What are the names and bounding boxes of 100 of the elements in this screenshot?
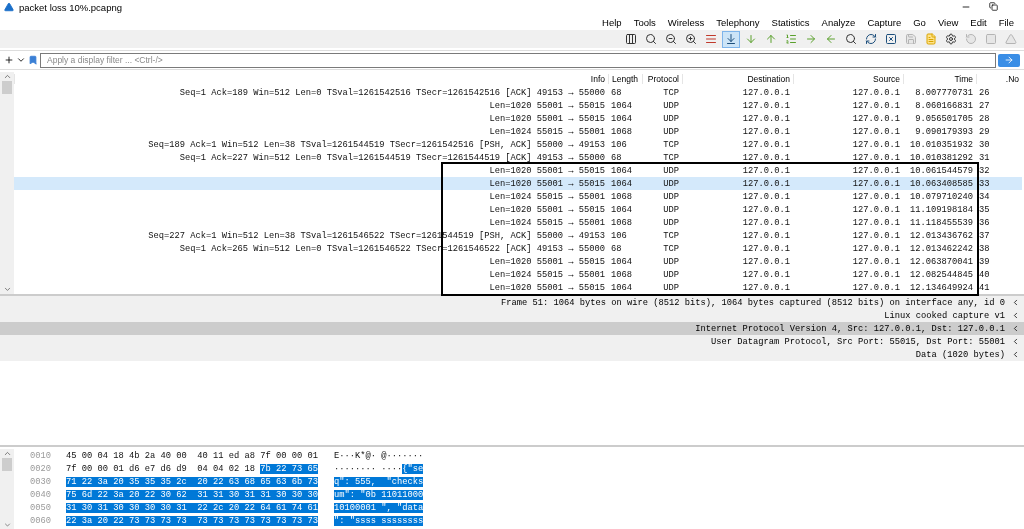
hex-bytes: 31 30 31 30 30 30 30 31 22 2c 20 22 64 61 74 61 bbox=[66, 502, 320, 513]
hex-bytes: 22 3a 20 22 73 73 73 73 73 73 73 73 73 73 73 73 bbox=[66, 515, 320, 526]
packet-row[interactable]: Len=1020 55001 → 55015 1064 UDP 127.0.0.1 127.0.0.1 9.056501705 28 bbox=[14, 112, 1022, 125]
ascii-bytes: um": "0b 11011000 bbox=[334, 489, 424, 500]
apply-filter-button[interactable] bbox=[998, 53, 1020, 67]
protocol-cell-text: TCP bbox=[662, 152, 680, 163]
detail-row[interactable]: Frame 51: 1064 bytes on wire (8512 bits), 1064 bytes captured (8512 bits) on interface any, id 0 bbox=[0, 296, 1024, 309]
length-cell-text: 1068 bbox=[610, 269, 633, 280]
source-cell-text: 127.0.0.1 bbox=[851, 256, 901, 267]
info-cell-text: Len=1024 55015 → 55001 bbox=[488, 191, 606, 202]
toolbar-button[interactable] bbox=[722, 30, 740, 48]
restore-icon[interactable] bbox=[989, 2, 998, 11]
scroll-thumb[interactable] bbox=[2, 458, 12, 471]
detail-row[interactable]: Data (1020 bytes) bbox=[0, 348, 1024, 361]
protocol-cell-text: UDP bbox=[662, 282, 680, 293]
length-cell-text: 1068 bbox=[610, 126, 633, 137]
packet-row[interactable]: Len=1024 55015 → 55001 1068 UDP 127.0.0.1 127.0.0.1 12.082544845 40 bbox=[14, 268, 1022, 281]
menu-item[interactable]: Capture bbox=[861, 16, 908, 28]
packet-row[interactable]: Len=1024 55015 → 55001 1068 UDP 127.0.0.1 127.0.0.1 9.090179393 29 bbox=[14, 125, 1022, 138]
detail-row[interactable]: User Datagram Protocol, Src Port: 55015, Dst Port: 55001 bbox=[0, 335, 1024, 348]
bookmark-icon[interactable] bbox=[28, 55, 38, 65]
scrollbar[interactable] bbox=[0, 449, 14, 529]
scroll-up-icon[interactable] bbox=[2, 449, 12, 458]
destination-cell-text: 127.0.0.1 bbox=[741, 269, 791, 280]
chevron-left-icon[interactable] bbox=[1011, 324, 1020, 333]
number-cell-text: 35 bbox=[978, 204, 991, 215]
length-cell-text: 68 bbox=[610, 152, 623, 163]
source-cell-text: 127.0.0.1 bbox=[851, 243, 901, 254]
arrow-right-icon bbox=[1004, 55, 1014, 65]
byte-offset: 0040 bbox=[29, 489, 52, 500]
packet-row[interactable]: Len=1020 55001 → 55015 1064 UDP 127.0.0.1 127.0.0.1 10.063408585 33 bbox=[14, 177, 1022, 190]
chevron-left-icon[interactable] bbox=[1011, 350, 1020, 359]
column-header[interactable]: Destination bbox=[682, 74, 793, 84]
column-header[interactable]: Source bbox=[793, 74, 903, 84]
detail-row[interactable]: Internet Protocol Version 4, Src: 127.0.0.1, Dst: 127.0.0.1 bbox=[0, 322, 1024, 335]
column-header[interactable]: Length bbox=[608, 74, 642, 84]
zoom-in-icon bbox=[685, 33, 697, 45]
arrow-right-icon bbox=[805, 33, 817, 45]
number-cell-text: 37 bbox=[978, 230, 991, 241]
time-cell-text: 10.010381292 bbox=[909, 152, 974, 163]
stop-icon bbox=[985, 33, 997, 45]
packet-row[interactable]: Seq=1 Ack=227 Win=512 Len=0 TSval=1261544519 TSecr=1261544519 [ACK] 49153 → 55000 68 TCP 127.0.0.1 127.0.0.1 10.010381292 31 bbox=[14, 151, 1022, 164]
packet-row[interactable]: Len=1020 55001 → 55015 1064 UDP 127.0.0.1 127.0.0.1 12.063870041 39 bbox=[14, 255, 1022, 268]
menu-item[interactable]: View bbox=[931, 16, 965, 28]
scrollbar[interactable] bbox=[0, 72, 14, 294]
chevron-left-icon[interactable] bbox=[1011, 298, 1020, 307]
dropdown-icon[interactable] bbox=[16, 55, 26, 65]
column-header[interactable]: Info bbox=[14, 74, 608, 84]
number-cell-text: 34 bbox=[978, 191, 991, 202]
packet-row[interactable]: Len=1024 55015 → 55001 1068 UDP 127.0.0.1 127.0.0.1 11.118455539 36 bbox=[14, 216, 1022, 229]
menu-item[interactable]: Statistics bbox=[765, 16, 816, 28]
menu-item[interactable]: Wireless bbox=[661, 16, 711, 28]
scroll-down-icon[interactable] bbox=[2, 520, 12, 529]
protocol-cell-text: UDP bbox=[662, 256, 680, 267]
column-header[interactable]: .No bbox=[976, 74, 1022, 84]
menu-item[interactable]: Tools bbox=[627, 16, 662, 28]
scroll-down-icon[interactable] bbox=[2, 285, 12, 294]
packet-row[interactable]: Seq=189 Ack=1 Win=512 Len=38 TSval=1261544519 TSecr=1261542516 [PSH, ACK] 55000 → 49153 106 TCP 127.0.0.1 127.0.0.1 10.010351932 30 bbox=[14, 138, 1022, 151]
time-cell-text: 10.063408585 bbox=[909, 178, 974, 189]
packet-row[interactable]: Len=1020 55001 → 55015 1064 UDP 127.0.0.1 127.0.0.1 8.060166831 27 bbox=[14, 99, 1022, 112]
menu-item[interactable]: Help bbox=[596, 16, 628, 28]
destination-cell-text: 127.0.0.1 bbox=[741, 87, 791, 98]
menu-item[interactable]: File bbox=[992, 16, 1020, 28]
menu-item[interactable]: Telephony bbox=[710, 16, 766, 28]
number-cell-text: 39 bbox=[978, 256, 991, 267]
packet-row[interactable]: Seq=1 Ack=189 Win=512 Len=0 TSval=1261542516 TSecr=1261542516 [ACK] 49153 → 55000 68 TCP 127.0.0.1 127.0.0.1 8.007770731 26 bbox=[14, 86, 1022, 99]
column-header[interactable]: Time bbox=[903, 74, 976, 84]
protocol-cell-text: UDP bbox=[662, 165, 680, 176]
packet-row[interactable]: Len=1024 55015 → 55001 1068 UDP 127.0.0.1 127.0.0.1 10.079710240 34 bbox=[14, 190, 1022, 203]
hex-bytes: 45 00 04 18 4b 2a 40 00 40 11 ed a8 7f 00 00 01 bbox=[66, 450, 320, 461]
detail-row[interactable]: Linux cooked capture v1 bbox=[0, 309, 1024, 322]
chevron-left-icon[interactable] bbox=[1011, 311, 1020, 320]
destination-cell-text: 127.0.0.1 bbox=[741, 100, 791, 111]
packet-row[interactable]: Len=1020 55001 → 55015 1064 UDP 127.0.0.1 127.0.0.1 11.109198184 35 bbox=[14, 203, 1022, 216]
length-cell-text: 68 bbox=[610, 243, 623, 254]
chevron-left-icon[interactable] bbox=[1011, 337, 1020, 346]
menu-item[interactable]: Edit bbox=[964, 16, 993, 28]
destination-cell-text: 127.0.0.1 bbox=[741, 113, 791, 124]
column-header[interactable]: Protocol bbox=[642, 74, 682, 84]
ascii-bytes: ": "ssss ssssssss bbox=[334, 515, 424, 526]
source-cell-text: 127.0.0.1 bbox=[851, 269, 901, 280]
scroll-up-icon[interactable] bbox=[2, 72, 12, 81]
add-icon[interactable] bbox=[4, 55, 14, 65]
search-icon bbox=[845, 33, 857, 45]
source-cell-text: 127.0.0.1 bbox=[851, 139, 901, 150]
menu-item[interactable]: Analyze bbox=[815, 16, 862, 28]
info-cell-text: Len=1020 55001 → 55015 bbox=[488, 256, 606, 267]
detail-text: Internet Protocol Version 4, Src: 127.0.0.1, Dst: 127.0.0.1 bbox=[695, 323, 1005, 334]
length-cell-text: 1064 bbox=[610, 113, 633, 124]
time-cell-text: 12.063870041 bbox=[909, 256, 974, 267]
detail-text: Linux cooked capture v1 bbox=[884, 310, 1005, 321]
time-cell-text: 10.079710240 bbox=[909, 191, 974, 202]
source-cell-text: 127.0.0.1 bbox=[851, 191, 901, 202]
display-filter-field[interactable]: Apply a display filter ... <Ctrl-/> bbox=[40, 52, 996, 68]
save-icon bbox=[905, 33, 917, 45]
info-cell-text: Len=1024 55015 → 55001 bbox=[488, 217, 606, 228]
menu-item[interactable]: Go bbox=[907, 16, 932, 28]
info-cell-text: Seq=1 Ack=227 Win=512 Len=0 TSval=1261544519 TSecr=1261544519 [ACK] 49153 → 55000 bbox=[178, 152, 606, 163]
number-cell-text: 40 bbox=[978, 269, 991, 280]
scroll-thumb[interactable] bbox=[2, 81, 12, 94]
